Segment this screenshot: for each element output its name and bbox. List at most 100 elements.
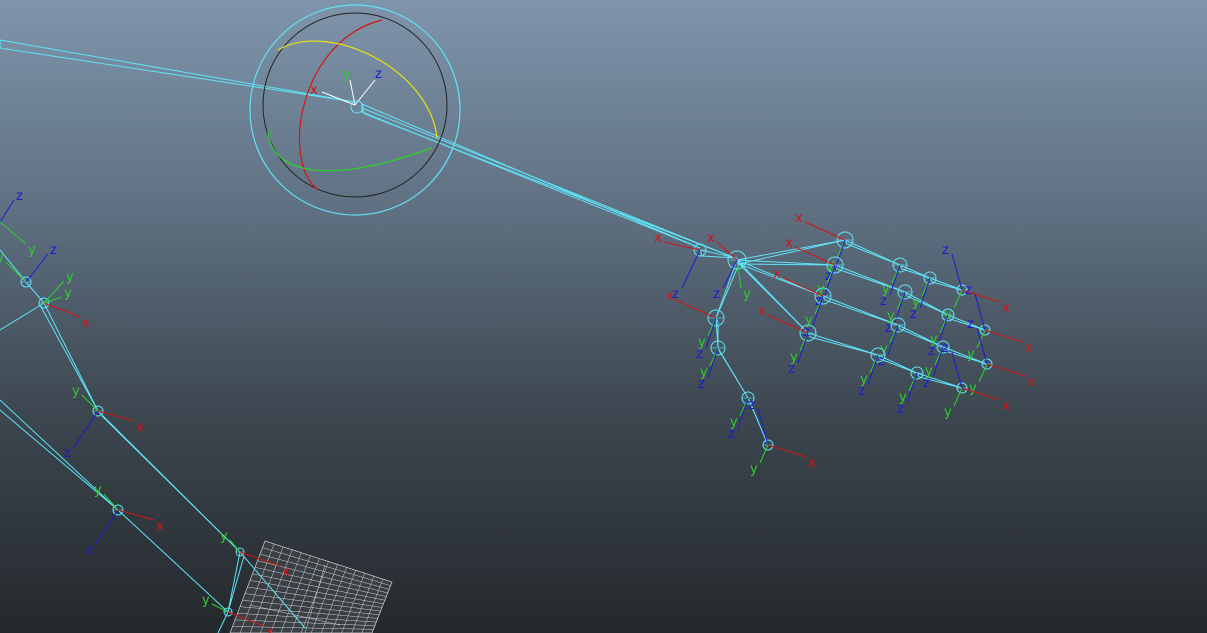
pivot-handle-x[interactable] [321,91,356,106]
axis-label-z: z [858,384,865,399]
axis-label-z: z [16,189,23,204]
joint[interactable]: xz [654,231,707,302]
axis-label-x: x [654,231,662,246]
axis-label-y: y [64,286,72,301]
joint[interactable]: y x z [86,483,164,558]
axis-label-x: x [266,625,274,633]
axis-label-z: z [728,427,735,442]
axis-line-y[interactable] [5,261,27,283]
axis-label-z: z [50,243,57,258]
axis-label-x: x [773,267,781,282]
finger-bone[interactable] [807,332,879,356]
axis-line-y[interactable] [229,539,241,553]
rotate-z-ring[interactable] [277,40,438,139]
finger-bone[interactable] [715,317,719,349]
axis-line-y[interactable] [0,221,27,245]
axis-label-x: x [82,316,90,331]
joint[interactable]: zy [0,189,36,258]
joint[interactable]: y x z [64,384,144,461]
joint[interactable]: xyz [773,267,832,340]
axis-label-z: z [880,294,887,309]
axis-line-z[interactable] [951,351,963,389]
joint[interactable]: yz [897,366,924,417]
axis-label-y: y [343,67,351,82]
axis-label-y: y [28,243,36,258]
axis-line-z[interactable] [705,317,717,349]
joint[interactable]: yxy [38,270,90,331]
joint[interactable]: xyz [748,398,816,477]
axis-line-z[interactable] [681,249,701,289]
axis-line-x[interactable] [767,314,809,334]
axis-line-x[interactable] [986,363,1026,377]
axis-label-x: x [1027,375,1035,390]
scene-canvas[interactable]: x y z yzyxyyxzyxzyxyxzyyzxxzxyzyzyzxyzxy… [0,0,1207,633]
axis-label-z: z [967,317,974,332]
axis-label-x: x [1002,301,1010,316]
axis-label-x: x [758,304,766,319]
axis-line-z[interactable] [95,509,119,545]
axis-label-y: y [72,384,80,399]
joint[interactable]: yz [910,271,937,322]
axis-line-z[interactable] [906,372,918,404]
axis-label-z: z [942,341,949,356]
axis-line-y[interactable] [103,493,119,511]
axis-line-x[interactable] [984,329,1024,343]
rotate-x-ring[interactable] [298,19,383,191]
joint[interactable]: xyz [965,283,1033,362]
axis-line-x[interactable] [794,246,836,266]
axis-label-z: z [748,398,755,413]
axis-label-z: z [928,344,935,359]
axis-label-y: y [94,483,102,498]
axis-label-x: x [1025,341,1033,356]
joint[interactable]: yz [880,257,908,309]
axis-line-z[interactable] [0,199,15,223]
arm-bone[interactable] [0,39,736,259]
axis-label-z: z [713,287,720,302]
axis-label-x: x [707,231,715,246]
rotate-y-ring[interactable] [267,129,433,172]
axis-label-z: z [86,543,93,558]
axis-label-y: y [66,270,74,285]
axis-label-y: y [969,381,977,396]
finger-bone[interactable] [941,346,988,365]
axis-label-z: z [942,243,949,258]
axis-line-x[interactable] [804,221,846,241]
axis-label-y: y [944,405,952,420]
axis-label-z: z [897,402,904,417]
axis-label-y: y [967,347,975,362]
axis-line-z[interactable] [834,239,846,271]
axis-label-z: z [910,307,917,322]
axis-label-y: y [750,462,758,477]
finger-bone[interactable] [843,238,901,266]
axis-label-x: x [1002,399,1010,414]
axis-label-y: y [220,529,228,544]
finger-bone[interactable] [736,259,836,266]
axis-label-z: z [788,362,795,377]
axis-line-z[interactable] [974,293,986,331]
axis-label-z: z [965,283,972,298]
axis-line-x[interactable] [767,444,807,458]
axis-line-z[interactable] [919,277,931,309]
axis-label-y: y [743,287,751,302]
axis-line-z[interactable] [757,408,769,446]
axis-line-z[interactable] [25,253,49,283]
axis-label-z: z [698,377,705,392]
axis-label-x: x [666,289,674,304]
axis-label-z: z [64,446,71,461]
axis-label-x: x [136,420,144,435]
axis-line-z[interactable] [73,410,99,448]
axis-line-x[interactable] [675,299,717,319]
axis-line-x[interactable] [961,387,1001,401]
axis-label-y: y [0,251,4,266]
axis-label-y: y [202,593,210,608]
axis-line-z[interactable] [737,397,749,429]
axis-label-z: z [923,376,930,391]
axis-label-x: x [282,565,290,580]
axis-label-z: z [375,67,382,82]
finger-bone[interactable] [898,263,931,279]
rotate-manipulator[interactable]: x y z [249,4,461,216]
finger-bone[interactable] [717,347,749,399]
maya-viewport[interactable]: x y z yzyxyyxzyxzyxyxzyyzxxzxyzyzyzxyzxy… [0,0,1207,633]
joint[interactable]: xyz [967,317,1035,396]
axis-line-z[interactable] [951,253,963,291]
